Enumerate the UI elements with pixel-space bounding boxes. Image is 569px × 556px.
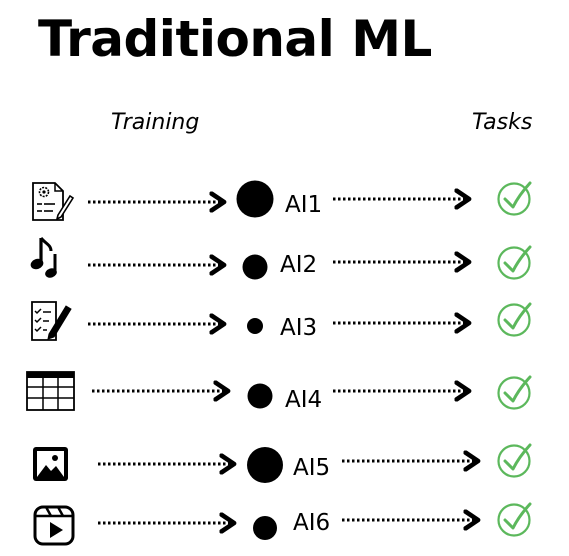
ai6-node [253,516,277,540]
table-grid-icon [26,371,75,411]
check-icon [497,502,532,537]
check-icon [497,245,532,280]
row-ai5: AI5 [33,443,532,483]
music-note-icon [30,237,57,278]
row-ai4: AI4 [26,371,532,413]
ai4-label: AI4 [285,387,322,413]
row-ai1: AI1 [32,180,532,221]
row-ai3: AI3 [31,301,532,341]
video-play-icon [33,505,75,546]
row-ai6: AI6 [33,502,532,546]
image-icon [33,447,68,481]
ml-diagram: AI1 AI2 AI3 AI4 AI5 AI6 [26,180,532,546]
check-icon [497,181,532,216]
ai1-node [236,180,274,218]
check-icon [497,375,532,410]
row-ai2: AI2 [30,237,532,280]
ai5-node [247,447,283,483]
ai2-node [242,254,268,280]
ai3-label: AI3 [280,315,317,341]
ai4-node [247,383,273,409]
checklist-pencil-icon [31,301,72,341]
settings-document-icon [32,182,75,221]
check-icon [497,443,532,478]
ai5-label: AI5 [293,455,330,481]
ai3-node [247,318,263,334]
check-icon [497,302,532,337]
ai1-label: AI1 [285,192,322,218]
ai6-label: AI6 [293,510,330,536]
ai2-label: AI2 [280,252,317,278]
